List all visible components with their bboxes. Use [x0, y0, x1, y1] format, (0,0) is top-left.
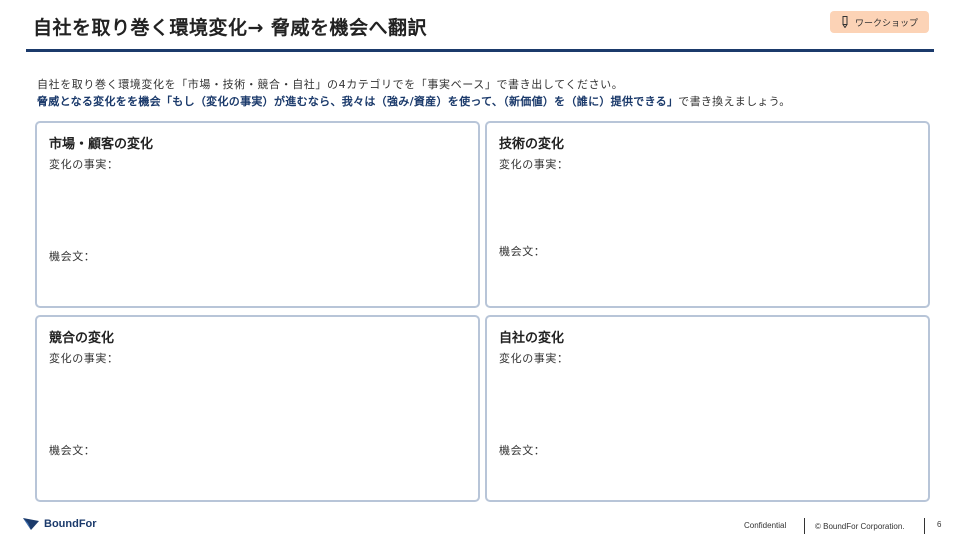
intro-line-2-emphasis: 脅威となる変化をを機会「もし（変化の事実）が進むなら、我々は（強み/資産）を使っ… [37, 95, 679, 108]
company-logo: BoundFor [22, 517, 97, 531]
card-technology: 技術の変化 変化の事実： 機会文： [485, 121, 930, 308]
opportunity-label: 機会文： [49, 444, 96, 457]
card-heading: 競合の変化 [49, 331, 115, 346]
intro-line-2-rest: で書き換えましょう。 [678, 95, 791, 108]
fact-label: 変化の事実： [49, 158, 119, 171]
footer-divider [924, 518, 925, 534]
workshop-badge: ワークショップ [830, 11, 929, 33]
badge-label: ワークショップ [854, 18, 918, 29]
card-heading: 市場・顧客の変化 [49, 137, 154, 152]
logo-wordmark: BoundFor [44, 518, 97, 530]
pencil-icon [842, 16, 848, 28]
fact-label: 変化の事実： [499, 158, 569, 171]
fact-label: 変化の事実： [49, 352, 119, 365]
page-number: 6 [937, 520, 942, 529]
boundfor-logo-icon [23, 518, 39, 530]
card-competition: 競合の変化 変化の事実： 機会文： [35, 315, 480, 502]
card-market-customer: 市場・顧客の変化 変化の事実： 機会文： [35, 121, 480, 308]
footer-divider [804, 518, 805, 534]
confidential-label: Confidential [744, 521, 787, 530]
card-company: 自社の変化 変化の事実： 機会文： [485, 315, 930, 502]
intro-line-2: 脅威となる変化をを機会「もし（変化の事実）が進むなら、我々は（強み/資産）を使っ… [37, 93, 791, 109]
opportunity-label: 機会文： [499, 444, 546, 457]
opportunity-label: 機会文： [49, 250, 96, 263]
fact-label: 変化の事実： [499, 352, 569, 365]
title-divider [26, 49, 934, 52]
opportunity-label: 機会文： [499, 245, 546, 258]
card-heading: 自社の変化 [499, 331, 565, 346]
intro-line-1: 自社を取り巻く環境変化を「市場・技術・競合・自社」の4カテゴリでを「事実ベース」… [37, 78, 624, 91]
page-title: 自社を取り巻く環境変化→ 脅威を機会へ翻訳 [33, 17, 428, 39]
copyright-text: © BoundFor Corporation. [815, 522, 905, 531]
card-heading: 技術の変化 [499, 137, 565, 152]
